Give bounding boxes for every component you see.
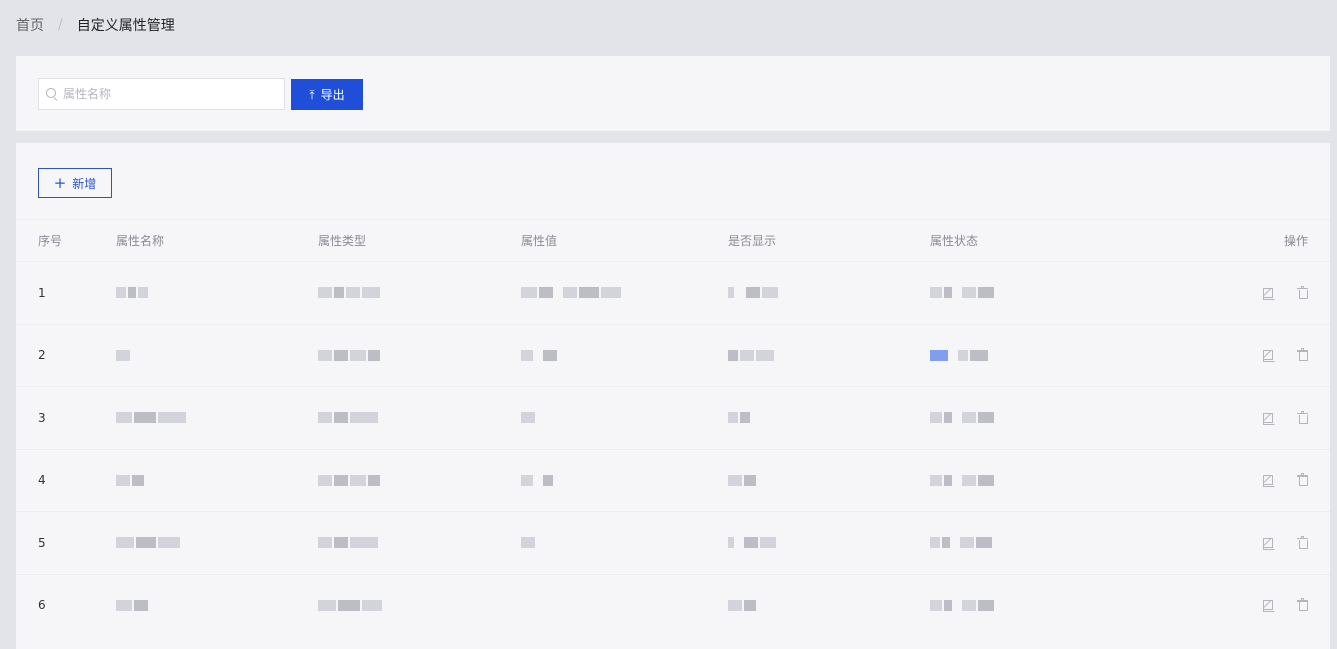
redacted-type [318,387,378,449]
redacted-name [116,450,144,512]
attribute-table: 序号 属性名称 属性类型 属性值 是否显示 属性状态 操作 1 2 3 4 5 … [16,219,1330,636]
row-index: 3 [38,410,46,425]
search-panel: ⤒ 导出 [16,56,1330,131]
table-row: 5 [16,511,1330,574]
redacted-name [116,512,180,574]
table-panel: + 新增 序号 属性名称 属性类型 属性值 是否显示 属性状态 操作 1 2 3… [16,143,1330,649]
search-icon [46,87,59,101]
delete-icon[interactable] [1296,348,1310,362]
edit-icon[interactable] [1262,286,1276,300]
redacted-status [930,512,992,574]
header-status: 属性状态 [930,234,979,248]
delete-icon[interactable] [1296,535,1310,550]
row-actions [1262,512,1310,574]
redacted-value [521,512,535,574]
add-button-label: 新增 [72,176,97,191]
header-display: 是否显示 [728,234,777,248]
row-actions [1262,575,1310,637]
table-row: 3 [16,386,1330,449]
row-index: 2 [38,348,46,363]
table-row: 6 [16,573,1330,637]
redacted-type [318,325,380,387]
edit-icon[interactable] [1262,411,1276,425]
row-actions [1262,450,1310,512]
header-actions: 操作 [1283,234,1308,248]
redacted-status [930,575,994,637]
breadcrumb-home[interactable]: 首页 [16,15,44,35]
redacted-display [728,575,756,637]
table-row: 4 [16,448,1330,512]
header-value: 属性值 [521,234,558,248]
delete-icon[interactable] [1296,473,1310,487]
edit-icon[interactable] [1262,536,1276,550]
breadcrumb-separator: / [58,17,63,33]
edit-icon[interactable] [1262,348,1276,363]
delete-icon[interactable] [1296,598,1310,612]
redacted-status [930,262,994,324]
search-input[interactable] [63,87,263,101]
row-index: 1 [38,285,46,300]
redacted-name [116,575,148,637]
header-name: 属性名称 [116,234,165,248]
edit-icon[interactable] [1262,473,1276,488]
row-index: 5 [38,535,46,550]
redacted-name [116,262,148,324]
redacted-display [728,262,778,324]
redacted-value [521,450,553,512]
redacted-display [728,512,776,574]
edit-icon[interactable] [1262,598,1276,613]
redacted-type [318,575,382,637]
upload-icon: ⤒ [309,87,315,102]
redacted-name [116,387,186,449]
row-index: 4 [38,473,46,488]
redacted-value [521,325,557,387]
row-actions [1262,387,1310,449]
redacted-value [521,262,621,324]
export-button[interactable]: ⤒ 导出 [291,79,363,110]
redacted-type [318,262,380,324]
redacted-display [728,387,750,449]
header-index: 序号 [38,234,63,248]
search-box[interactable] [38,78,285,110]
redacted-type [318,512,378,574]
redacted-type [318,450,380,512]
redacted-status [930,325,988,387]
table-row: 1 [16,261,1330,324]
delete-icon[interactable] [1296,285,1310,300]
redacted-value [521,387,535,449]
row-actions [1262,325,1310,387]
plus-icon: + [53,173,67,192]
header-type: 属性类型 [318,234,367,248]
redacted-status [930,387,994,449]
delete-icon[interactable] [1296,410,1310,425]
redacted-name [116,325,130,387]
redacted-display [728,450,756,512]
breadcrumb-current: 自定义属性管理 [76,18,175,34]
breadcrumb: 首页 / 自定义属性管理 [16,14,175,36]
redacted-status [930,450,994,512]
redacted-display [728,325,774,387]
table-row: 2 [16,323,1330,387]
row-index: 6 [38,598,46,613]
table-header: 序号 属性名称 属性类型 属性值 是否显示 属性状态 操作 [16,219,1330,261]
export-button-label: 导出 [320,88,345,102]
row-actions [1262,262,1310,324]
add-button[interactable]: + 新增 [38,168,112,198]
